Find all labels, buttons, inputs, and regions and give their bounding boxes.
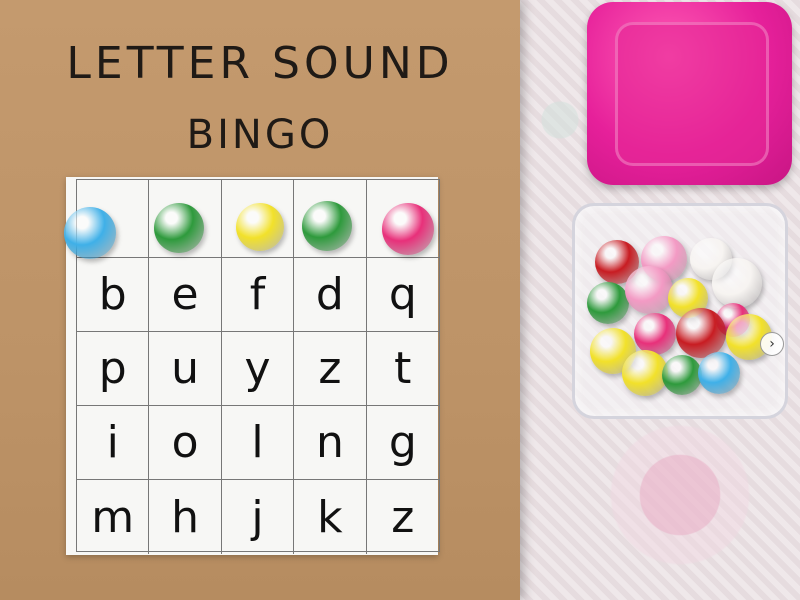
pink-pompom [634, 313, 676, 355]
white-pompom [712, 258, 762, 308]
letter-cell: g [366, 406, 439, 480]
letter-cell: d [294, 258, 367, 332]
letter-cell: o [149, 406, 222, 480]
green-pompom [587, 282, 629, 324]
pink-pompom [382, 203, 434, 255]
pink-container-lid [587, 2, 792, 185]
blue-pompom [64, 207, 116, 259]
title-letter-sound: LETTER SOUND [66, 38, 454, 89]
cardboard-board: LETTER SOUND BINGO b e f d q p u y z t i… [0, 0, 520, 600]
letter-cell: y [221, 332, 295, 406]
letter-cell: u [149, 332, 222, 406]
letter-cell: p [77, 332, 150, 406]
blue-pompom [698, 352, 740, 394]
letter-cell: q [366, 258, 439, 332]
green-pompom [302, 201, 352, 251]
red-pompom [676, 308, 726, 358]
letter-cell: h [149, 480, 222, 554]
letter-cell: t [366, 332, 439, 406]
green-pompom [662, 355, 702, 395]
letter-cell: f [221, 258, 295, 332]
letter-cell: b [77, 258, 150, 332]
tablecloth-flower-pattern [595, 420, 765, 570]
letter-cell: n [294, 406, 367, 480]
letter-cell: z [294, 332, 367, 406]
letter-cell: j [222, 480, 295, 554]
title-bingo: BINGO [186, 112, 334, 158]
letter-cell: e [149, 258, 222, 332]
letter-cell: m [77, 480, 150, 554]
letter-cell: z [391, 491, 415, 543]
letter-cell: k [294, 480, 367, 554]
green-pompom [154, 203, 204, 253]
letter-cell: l [221, 406, 295, 480]
lid-inner-panel [615, 22, 769, 166]
yellow-pompom [236, 203, 284, 251]
letter-cell: i [77, 406, 150, 480]
next-arrow-icon[interactable]: › [760, 332, 784, 356]
light-pink-pompom [625, 266, 673, 314]
